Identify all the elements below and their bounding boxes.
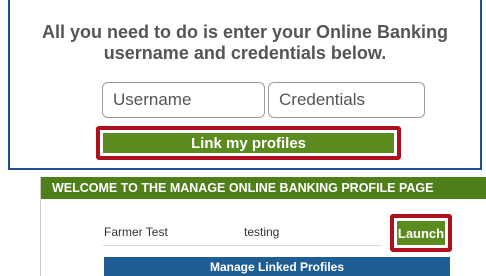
instructions-text: All you need to do is enter your Online … <box>10 22 480 64</box>
instructions-line-2: username and credentials below. <box>103 43 387 63</box>
username-input[interactable] <box>102 82 265 118</box>
credentials-input[interactable] <box>268 82 425 118</box>
link-profiles-panel: All you need to do is enter your Online … <box>8 0 482 170</box>
profile-username: testing <box>244 225 280 239</box>
instructions-line-1: All you need to do is enter your Online … <box>41 22 449 42</box>
link-my-profiles-button[interactable]: Link my profiles <box>103 133 394 153</box>
launch-button[interactable]: Launch <box>397 221 445 245</box>
manage-linked-profiles-button[interactable]: Manage Linked Profiles <box>104 257 450 276</box>
link-button-highlight: Link my profiles <box>96 126 401 160</box>
manage-panel-header: WELCOME TO THE MANAGE ONLINE BANKING PRO… <box>41 177 486 199</box>
row-divider <box>103 245 381 246</box>
profile-name: Farmer Test <box>104 225 168 239</box>
manage-profiles-panel: WELCOME TO THE MANAGE ONLINE BANKING PRO… <box>40 177 486 276</box>
launch-button-highlight: Launch <box>390 214 452 252</box>
